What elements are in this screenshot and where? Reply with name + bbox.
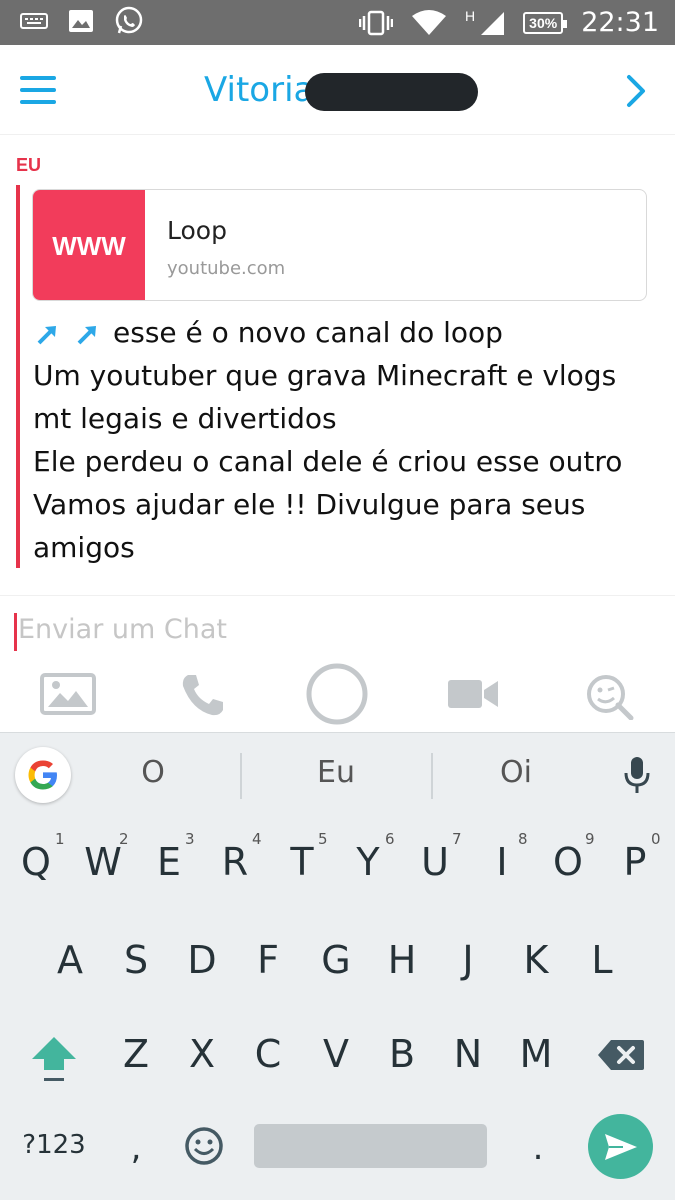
key-hint: 7 bbox=[452, 830, 462, 848]
key-f[interactable]: F bbox=[238, 938, 298, 982]
suggestion-divider bbox=[240, 753, 242, 799]
key-c[interactable]: C bbox=[238, 1032, 298, 1076]
chat-action-bar bbox=[0, 660, 675, 732]
key-h[interactable]: H bbox=[372, 938, 432, 982]
link-domain: youtube.com bbox=[167, 258, 286, 279]
comma-key[interactable]: , bbox=[106, 1128, 166, 1168]
sticker-icon[interactable] bbox=[586, 672, 636, 720]
space-key[interactable] bbox=[254, 1124, 487, 1168]
message-text: esse é o novo canal do loop Um youtuber … bbox=[33, 311, 663, 569]
key-hint: 6 bbox=[385, 830, 395, 848]
message-line: Vamos ajudar ele !! Divulgue para seus a… bbox=[33, 488, 586, 564]
image-icon bbox=[69, 10, 93, 32]
link-thumbnail: WWW bbox=[33, 190, 145, 300]
status-bar: H 30% 22:31 bbox=[0, 0, 675, 45]
message-accent-bar bbox=[16, 185, 20, 568]
message-line: Ele perdeu o canal dele é criou esse out… bbox=[33, 445, 623, 478]
sender-label: EU bbox=[16, 155, 42, 175]
chat-input-bar bbox=[0, 595, 675, 660]
period-key[interactable]: . bbox=[508, 1128, 568, 1168]
key-k[interactable]: K bbox=[506, 938, 566, 982]
signal-icon bbox=[481, 11, 505, 35]
key-hint: 8 bbox=[518, 830, 528, 848]
contact-name[interactable]: Vitoria bbox=[204, 70, 314, 110]
symbols-key[interactable]: ?123 bbox=[14, 1130, 94, 1160]
text-cursor bbox=[14, 613, 17, 651]
shift-icon[interactable] bbox=[30, 1034, 78, 1084]
key-hint: 2 bbox=[119, 830, 129, 848]
chat-messages: EU WWW Loop youtube.com esse é o novo ca… bbox=[0, 135, 675, 595]
backspace-icon[interactable] bbox=[597, 1038, 645, 1072]
suggestion-2[interactable]: Eu bbox=[276, 755, 396, 790]
key-l[interactable]: L bbox=[572, 938, 632, 982]
chevron-right-icon[interactable] bbox=[621, 71, 651, 111]
key-d[interactable]: D bbox=[172, 938, 232, 982]
key-hint: 5 bbox=[318, 830, 328, 848]
microphone-icon[interactable] bbox=[622, 755, 652, 795]
phone-icon[interactable] bbox=[180, 672, 226, 718]
link-preview-card[interactable]: WWW Loop youtube.com bbox=[32, 189, 647, 301]
chat-header: Vitoria bbox=[0, 45, 675, 135]
whatsapp-icon bbox=[115, 6, 143, 34]
key-hint: 1 bbox=[55, 830, 65, 848]
key-hint: 4 bbox=[252, 830, 262, 848]
suggestion-1[interactable]: O bbox=[93, 755, 213, 790]
suggestion-3[interactable]: Oi bbox=[456, 755, 576, 790]
keyboard-icon bbox=[20, 13, 48, 29]
capture-icon[interactable] bbox=[305, 662, 369, 726]
message-line: Um youtuber que grava Minecraft e vlogs … bbox=[33, 359, 617, 435]
key-hint: 0 bbox=[651, 830, 661, 848]
wifi-icon bbox=[412, 9, 447, 35]
redacted-name-block bbox=[305, 73, 478, 111]
key-j[interactable]: J bbox=[438, 938, 498, 982]
keyboard-suggestion-bar: O Eu Oi bbox=[0, 732, 675, 818]
gallery-icon[interactable] bbox=[40, 673, 96, 715]
hamburger-menu-icon[interactable] bbox=[20, 76, 56, 104]
key-g[interactable]: G bbox=[306, 938, 366, 982]
battery-icon: 30% bbox=[523, 11, 568, 34]
key-z[interactable]: Z bbox=[106, 1032, 166, 1076]
key-s[interactable]: S bbox=[106, 938, 166, 982]
message-line-text: esse é o novo canal do loop bbox=[113, 316, 503, 349]
send-arrow-icon[interactable] bbox=[588, 1114, 653, 1179]
key-v[interactable]: V bbox=[306, 1032, 366, 1076]
clock: 22:31 bbox=[581, 7, 659, 38]
message-line: esse é o novo canal do loop bbox=[33, 311, 663, 354]
arrow-up-right-icon bbox=[37, 326, 96, 345]
network-label: H bbox=[465, 7, 476, 24]
vibrate-icon bbox=[359, 10, 394, 35]
emoji-icon[interactable] bbox=[184, 1126, 224, 1166]
key-n[interactable]: N bbox=[438, 1032, 498, 1076]
key-hint: 9 bbox=[585, 830, 595, 848]
key-x[interactable]: X bbox=[172, 1032, 232, 1076]
key-b[interactable]: B bbox=[372, 1032, 432, 1076]
google-g-icon[interactable] bbox=[15, 747, 71, 803]
chat-input[interactable] bbox=[18, 609, 618, 649]
link-title: Loop bbox=[167, 216, 227, 245]
key-m[interactable]: M bbox=[506, 1032, 566, 1076]
suggestion-divider bbox=[431, 753, 433, 799]
video-icon[interactable] bbox=[447, 678, 499, 710]
key-a[interactable]: A bbox=[40, 938, 100, 982]
key-hint: 3 bbox=[185, 830, 195, 848]
